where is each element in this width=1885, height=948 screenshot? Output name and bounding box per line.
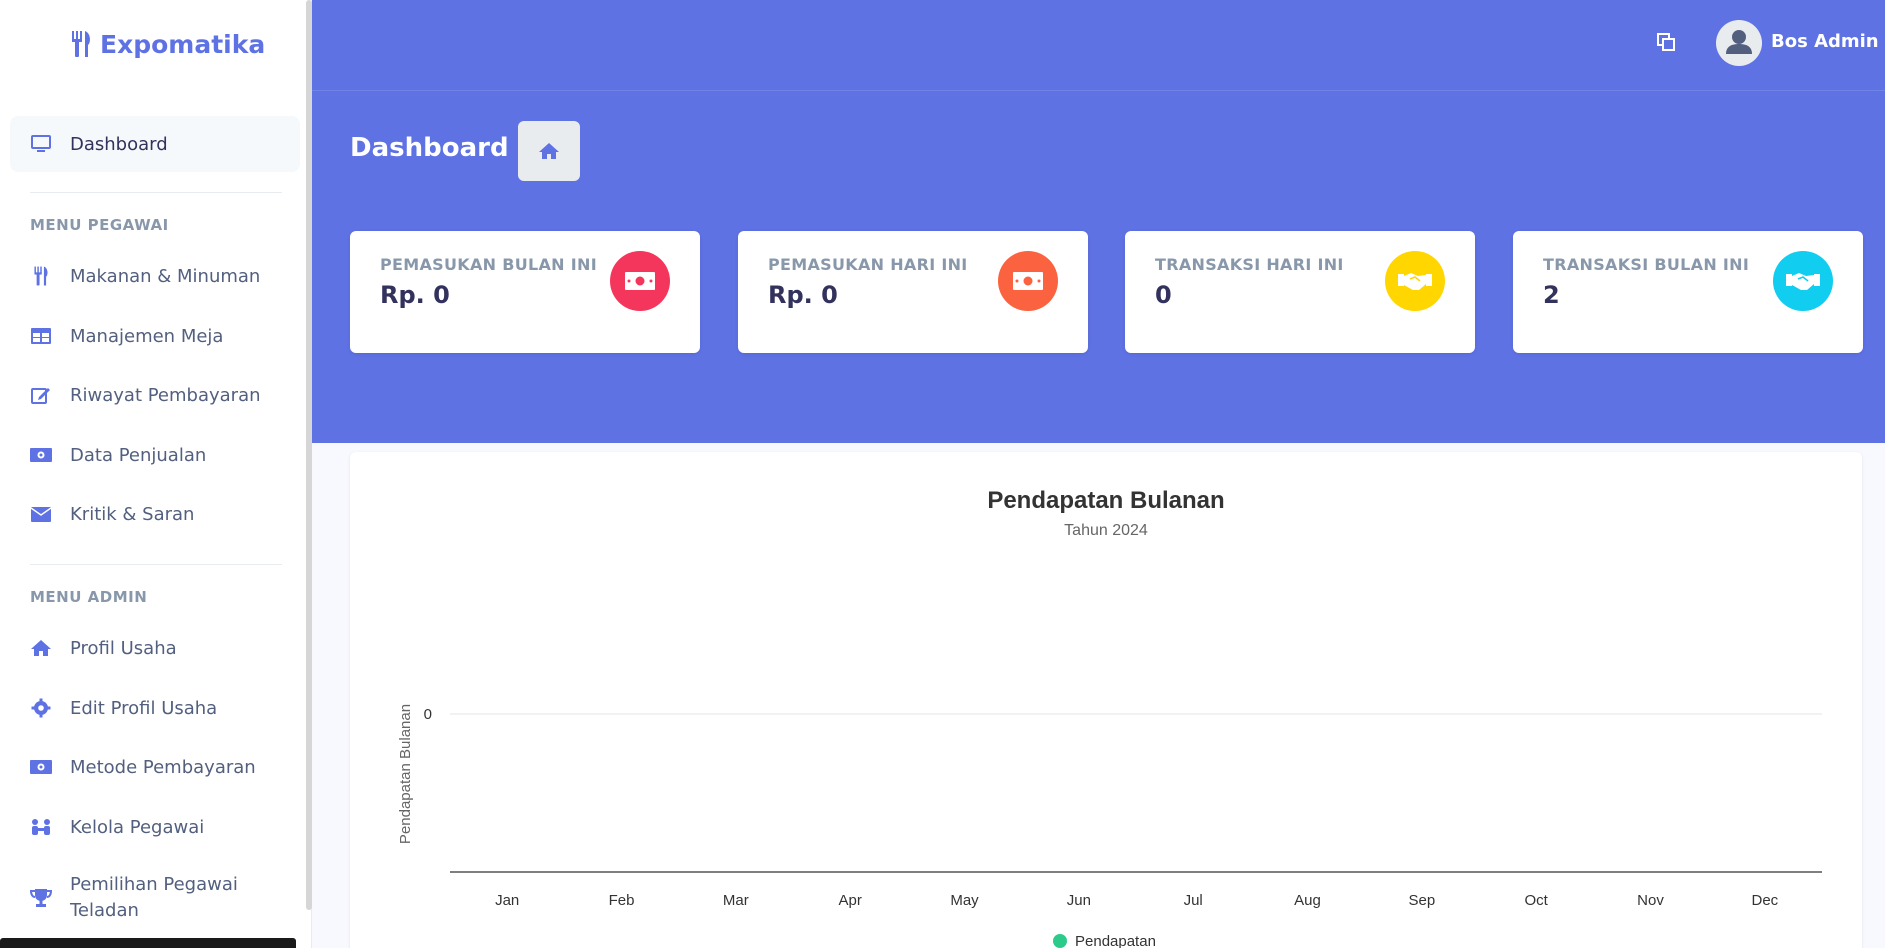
sidebar-item-label: Data Penjualan <box>70 444 207 466</box>
sidebar-item-label: Makanan & Minuman <box>70 265 261 287</box>
x-tick-label: Nov <box>1637 892 1664 909</box>
stat-card-transaksi-hari: TRANSAKSI HARI INI 0 <box>1125 231 1475 353</box>
sidebar-divider <box>30 192 282 193</box>
page-title: Dashboard <box>350 133 509 163</box>
edit-icon <box>30 385 52 405</box>
sidebar-item-label: Manajemen Meja <box>70 325 224 347</box>
home-icon <box>30 638 52 658</box>
x-tick-label: Sep <box>1408 892 1435 909</box>
windows-icon[interactable] <box>1656 32 1676 52</box>
x-tick-label: Dec <box>1751 892 1778 909</box>
stat-value: 0 <box>1155 281 1172 309</box>
sidebar-item-pemilihan-pegawai-teladan[interactable]: Pemilihan Pegawai Teladan <box>10 867 300 929</box>
money-icon <box>30 757 52 777</box>
x-tick-label: Mar <box>723 892 749 909</box>
sidebar-item-label: Dashboard <box>70 133 168 155</box>
stat-value: Rp. 0 <box>380 281 450 309</box>
monitor-icon <box>30 134 52 154</box>
sidebar: Expomatika Dashboard MENU PEGAWAI Makana… <box>0 0 312 948</box>
users-icon <box>30 817 52 837</box>
y-axis-label: Pendapatan Bulanan <box>397 704 414 844</box>
money-icon <box>30 445 52 465</box>
sidebar-item-riwayat-pembayaran[interactable]: Riwayat Pembayaran <box>10 367 300 423</box>
topbar-divider <box>312 90 1885 91</box>
user-icon <box>1726 30 1752 54</box>
handshake-icon <box>1773 251 1833 311</box>
money-icon <box>610 251 670 311</box>
stat-title: PEMASUKAN HARI INI <box>768 255 968 274</box>
user-name[interactable]: Bos Admin <box>1771 31 1879 52</box>
x-tick-label: Jul <box>1184 892 1203 909</box>
sidebar-item-metode-pembayaran[interactable]: Metode Pembayaran <box>10 739 300 795</box>
x-tick-label: Jun <box>1067 892 1091 909</box>
envelope-icon <box>30 504 52 524</box>
sidebar-item-edit-profil-usaha[interactable]: Edit Profil Usaha <box>10 680 300 736</box>
handshake-icon <box>1385 251 1445 311</box>
money-icon <box>998 251 1058 311</box>
x-tick-label: Feb <box>609 892 635 909</box>
brand-logo[interactable]: Expomatika <box>70 26 265 62</box>
stat-title: PEMASUKAN BULAN INI <box>380 255 597 274</box>
sidebar-item-label: Kritik & Saran <box>70 503 195 525</box>
x-tick-label: May <box>950 892 979 909</box>
sidebar-item-label: Profil Usaha <box>70 637 177 659</box>
sidebar-divider <box>30 564 282 565</box>
sidebar-item-dashboard[interactable]: Dashboard <box>10 116 300 172</box>
stat-card-pemasukan-hari: PEMASUKAN HARI INI Rp. 0 <box>738 231 1088 353</box>
sidebar-item-kelola-pegawai[interactable]: Kelola Pegawai <box>10 799 300 855</box>
section-heading-admin: MENU ADMIN <box>30 588 148 606</box>
x-tick-label: Oct <box>1524 892 1548 909</box>
sidebar-item-manajemen-meja[interactable]: Manajemen Meja <box>10 308 300 364</box>
sidebar-item-kritik-saran[interactable]: Kritik & Saran <box>10 486 300 542</box>
sidebar-item-label: Pemilihan Pegawai Teladan <box>70 874 238 921</box>
chart-card: Pendapatan Bulanan Tahun 2024 Pendapatan… <box>350 452 1862 948</box>
utensils-icon <box>72 31 90 57</box>
stat-card-transaksi-bulan: TRANSAKSI BULAN INI 2 <box>1513 231 1863 353</box>
x-tick-label: Apr <box>838 892 861 909</box>
stat-value: Rp. 0 <box>768 281 838 309</box>
sidebar-item-data-penjualan[interactable]: Data Penjualan <box>10 427 300 483</box>
table-icon <box>30 326 52 346</box>
y-tick-label: 0 <box>424 706 432 723</box>
gear-icon <box>30 698 52 718</box>
sidebar-item-label: Kelola Pegawai <box>70 816 205 838</box>
stat-title: TRANSAKSI HARI INI <box>1155 255 1344 274</box>
legend-marker <box>1053 934 1067 948</box>
status-tooltip <box>0 938 296 948</box>
chart-plot: Pendapatan Bulanan 0 Jan Feb Mar Apr May Jun Jul… <box>397 704 1822 948</box>
stat-card-pemasukan-bulan: PEMASUKAN BULAN INI Rp. 0 <box>350 231 700 353</box>
home-button[interactable] <box>518 121 580 181</box>
trophy-icon <box>30 888 52 908</box>
legend-label: Pendapatan <box>1075 933 1156 948</box>
stat-title: TRANSAKSI BULAN INI <box>1543 255 1750 274</box>
section-heading-pegawai: MENU PEGAWAI <box>30 216 169 234</box>
sidebar-item-makanan-minuman[interactable]: Makanan & Minuman <box>10 248 300 304</box>
x-tick-label: Jan <box>495 892 519 909</box>
brand-name: Expomatika <box>100 29 266 59</box>
sidebar-item-label: Riwayat Pembayaran <box>70 384 261 406</box>
sidebar-item-label: Edit Profil Usaha <box>70 697 218 719</box>
avatar[interactable] <box>1716 20 1762 66</box>
utensils-icon <box>30 266 52 286</box>
sidebar-item-label: Metode Pembayaran <box>70 756 256 778</box>
x-tick-label: Aug <box>1294 892 1321 909</box>
header-band <box>312 0 1885 443</box>
home-icon <box>539 143 559 159</box>
sidebar-item-profil-usaha[interactable]: Profil Usaha <box>10 620 300 676</box>
stat-value: 2 <box>1543 281 1560 309</box>
